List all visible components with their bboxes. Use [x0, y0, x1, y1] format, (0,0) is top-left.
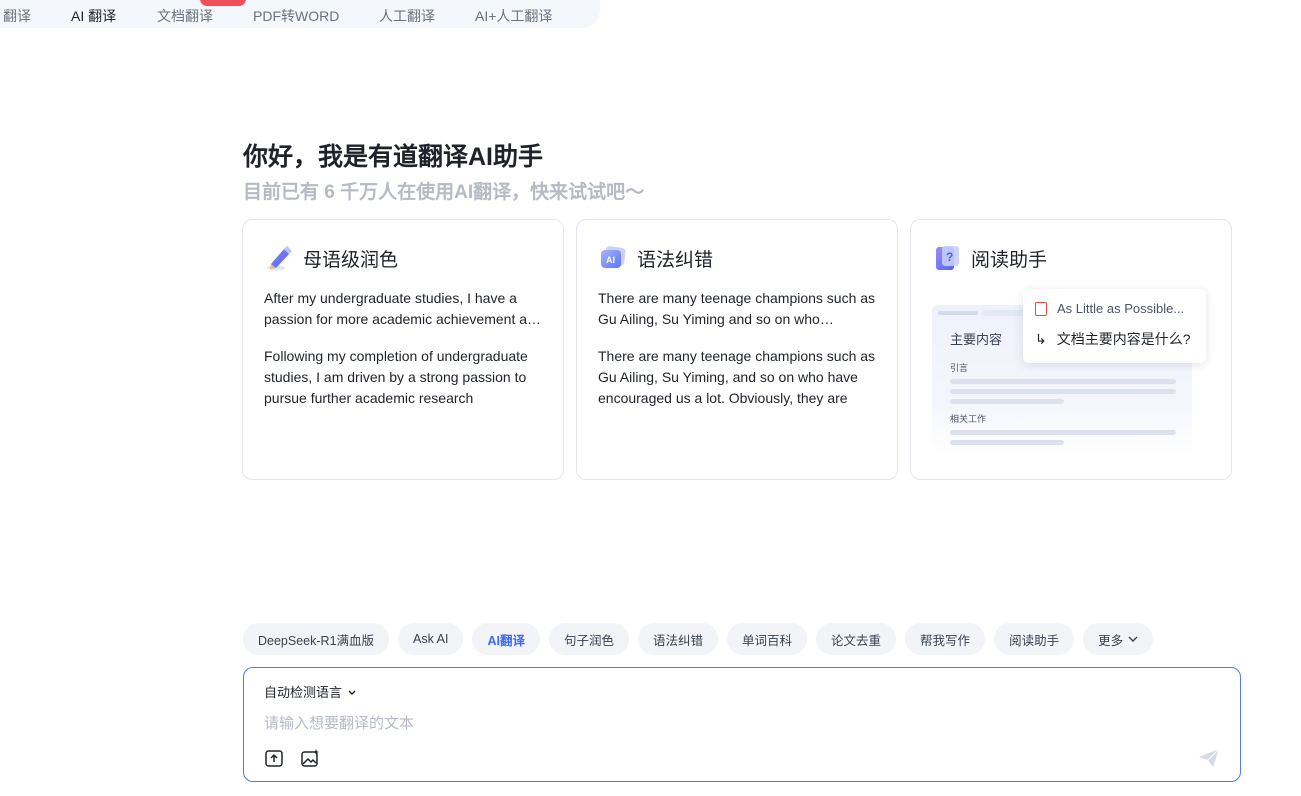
tab-ai-translate[interactable]: AI 翻译 [71, 6, 116, 26]
example-after-text: There are many teenage champions such as… [598, 348, 876, 406]
chevron-down-icon [348, 687, 356, 697]
card-reading-assistant[interactable]: ? 阅读助手 主要内容 引言 相关工作 As Little as Possibl… [910, 219, 1232, 480]
card-header: 母语级润色 [265, 244, 398, 272]
chip-reading-assistant[interactable]: 阅读助手 [994, 623, 1075, 655]
tab-ai-human-translate[interactable]: AI+人工翻译 [475, 6, 552, 26]
chip-deepseek[interactable]: DeepSeek-R1满血版 [243, 623, 390, 655]
reading-preview: 主要内容 引言 相关工作 As Little as Possible... ↳ … [932, 289, 1206, 455]
chip-ai-translate[interactable]: AI翻译 [472, 623, 540, 655]
assistant-popup: As Little as Possible... ↳ 文档主要内容是什么? [1023, 289, 1206, 363]
feature-chips: DeepSeek-R1满血版 Ask AI AI翻译 句子润色 语法纠错 单词百… [243, 623, 1154, 655]
example-after-text: Following my completion of undergraduate… [264, 348, 528, 406]
image-upload-icon[interactable] [300, 748, 320, 768]
chevron-down-icon [1128, 634, 1138, 645]
chip-writing-help[interactable]: 帮我写作 [905, 623, 986, 655]
text-line [950, 399, 1064, 404]
card-title: 语法纠错 [637, 249, 714, 271]
new-badge [200, 0, 246, 6]
return-arrow-icon: ↳ [1035, 330, 1047, 347]
language-label: 自动检测语言 [264, 685, 343, 700]
doc-heading: 主要内容 [950, 332, 1003, 347]
svg-text:?: ? [946, 250, 953, 264]
card-native-polish[interactable]: 母语级润色 After my undergraduate studies, I … [242, 219, 564, 480]
address-bar [982, 310, 1027, 316]
chip-more-label: 更多 [1098, 633, 1124, 648]
tab-human-translate[interactable]: 人工翻译 [379, 6, 435, 26]
page-title: 你好，我是有道翻译AI助手 [243, 143, 544, 171]
pen-icon [265, 244, 293, 272]
example-before-text: After my undergraduate studies, I have a… [264, 290, 543, 327]
text-line [950, 430, 1176, 435]
top-nav: 翻译 AI 翻译 文档翻译 PDF转WORD 人工翻译 AI+人工翻译 [0, 0, 600, 28]
browser-bar [938, 311, 978, 315]
tab-translate[interactable]: 翻译 [3, 6, 31, 26]
send-icon[interactable] [1198, 748, 1220, 768]
text-line [950, 389, 1176, 394]
ai-icon: AI [599, 244, 627, 272]
card-header: AI 语法纠错 [599, 244, 713, 272]
page-subtitle: 目前已有 6 千万人在使用AI翻译，快来试试吧～ [243, 182, 645, 203]
chip-word-encyclopedia[interactable]: 单词百科 [727, 623, 808, 655]
translate-input-box: 自动检测语言 [243, 667, 1241, 782]
chip-paper-dedup[interactable]: 论文去重 [816, 623, 897, 655]
chip-more[interactable]: 更多 [1083, 623, 1154, 655]
example-before-text: There are many teenage champions such as… [598, 290, 876, 327]
chip-sentence-polish[interactable]: 句子润色 [548, 623, 629, 655]
doc-section-intro: 引言 [950, 363, 969, 373]
card-grammar-correction[interactable]: AI 语法纠错 There are many teenage champions… [576, 219, 898, 480]
text-line [950, 379, 1176, 384]
popup-question-row: ↳ 文档主要内容是什么? [1035, 329, 1191, 349]
svg-text:AI: AI [606, 255, 615, 265]
language-selector[interactable]: 自动检测语言 [264, 682, 356, 701]
popup-file-row: As Little as Possible... [1035, 301, 1184, 316]
chip-grammar-correction[interactable]: 语法纠错 [638, 623, 719, 655]
doc-section-related: 相关工作 [950, 414, 987, 424]
card-title: 阅读助手 [971, 249, 1048, 271]
chip-ask-ai[interactable]: Ask AI [398, 623, 464, 655]
upload-file-icon[interactable] [264, 748, 284, 768]
tab-document-translate[interactable]: 文档翻译 [157, 6, 213, 26]
translate-text-input[interactable] [264, 712, 1164, 736]
card-title: 母语级润色 [303, 249, 399, 271]
popup-file-name: As Little as Possible... [1057, 301, 1185, 316]
pdf-icon [1035, 301, 1047, 316]
tab-pdf-to-word[interactable]: PDF转WORD [253, 6, 339, 26]
card-header: ? 阅读助手 [933, 244, 1047, 272]
popup-question: 文档主要内容是什么? [1056, 331, 1191, 347]
book-icon: ? [933, 244, 961, 272]
text-line [950, 440, 1064, 445]
